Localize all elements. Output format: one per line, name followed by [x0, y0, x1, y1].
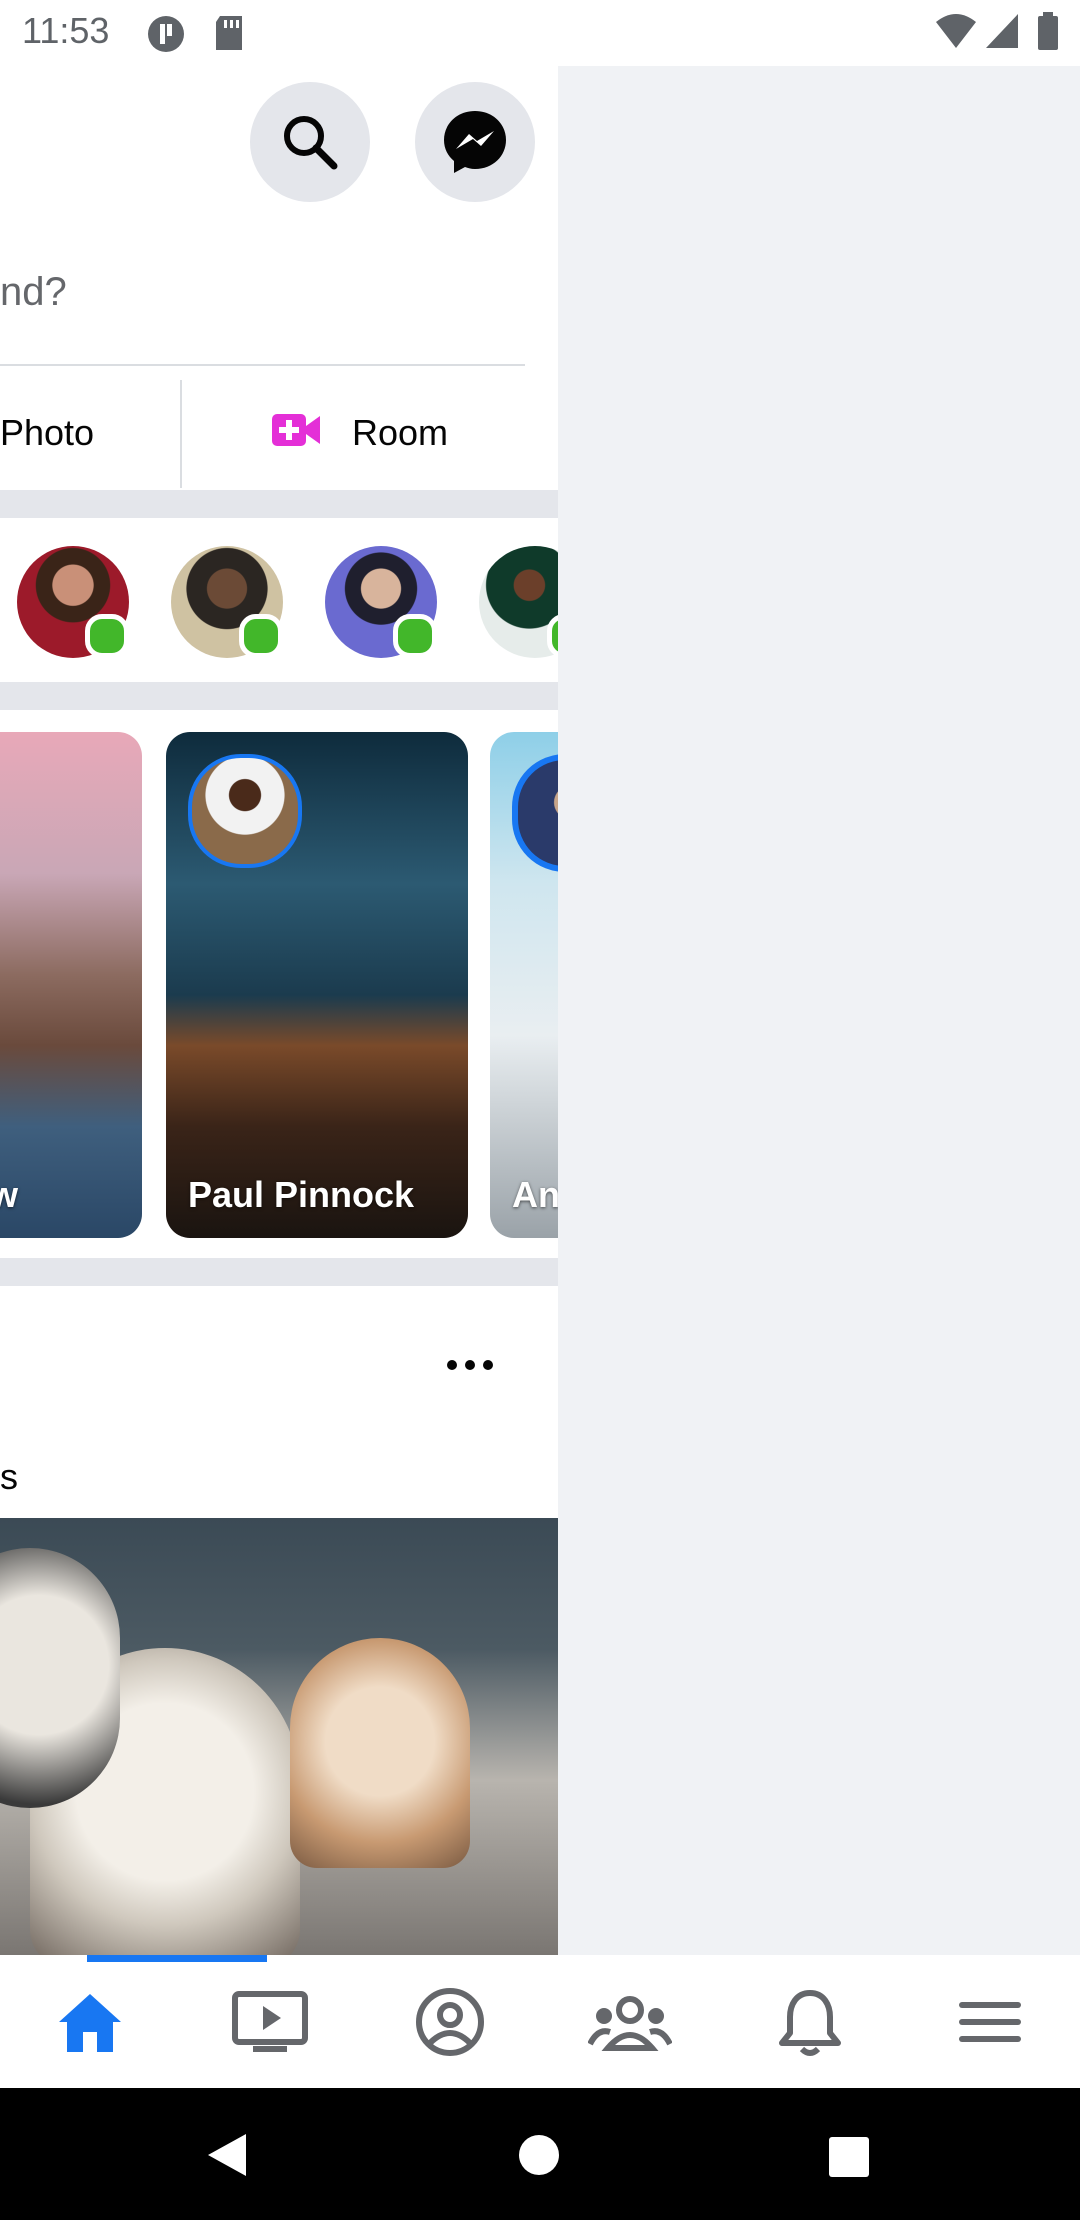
system-navigation-bar [0, 2088, 1080, 2220]
back-icon[interactable] [204, 2132, 248, 2178]
watch-icon [232, 1990, 308, 2052]
battery-icon [1038, 12, 1058, 50]
more-options-icon[interactable] [446, 1357, 494, 1373]
signal-icon [986, 14, 1018, 48]
tab-watch[interactable] [180, 1955, 360, 2088]
room-button[interactable]: Room [270, 412, 448, 488]
profile-icon [416, 1987, 484, 2056]
puppy-shape [290, 1638, 470, 1868]
composer-prompt[interactable]: nd? [0, 270, 67, 315]
story-author-avatar [512, 754, 558, 872]
online-indicator [85, 614, 129, 658]
home-icon [59, 1993, 121, 2052]
status-bar: 11:53 [0, 0, 1080, 66]
story-card[interactable]: Paul Pinnock [166, 732, 468, 1238]
status-time: 11:53 [22, 10, 110, 51]
tab-home[interactable] [0, 1955, 180, 2088]
story-author-avatar [188, 754, 302, 868]
home-button-icon[interactable] [518, 2134, 560, 2176]
post-photo[interactable] [0, 1518, 558, 1955]
online-indicator [239, 614, 283, 658]
messenger-icon [444, 111, 506, 173]
story-card[interactable]: An [490, 732, 558, 1238]
online-indicator [393, 614, 437, 658]
search-button[interactable] [250, 82, 370, 202]
room-video-icon [272, 414, 320, 446]
wifi-icon [936, 14, 976, 48]
photo-button[interactable]: Photo [0, 412, 180, 488]
photo-label: Photo [0, 412, 95, 453]
story-name: Paul Pinnock [188, 1174, 415, 1215]
messenger-button[interactable] [415, 82, 535, 202]
tab-notifications[interactable] [720, 1955, 900, 2088]
search-icon [284, 116, 338, 170]
story-name: w [0, 1174, 19, 1215]
notifications-icon [779, 1989, 841, 2056]
room-label: Room [352, 412, 449, 453]
puppy-shape [0, 1548, 120, 1808]
tab-profile[interactable] [360, 1955, 540, 2088]
recents-icon[interactable] [828, 2136, 870, 2178]
bottom-navigation [0, 1955, 1080, 2088]
tab-groups[interactable] [540, 1955, 720, 2088]
story-name: An [512, 1174, 558, 1215]
app-notification-icon [148, 16, 184, 52]
divider [0, 364, 525, 366]
groups-icon [588, 1995, 672, 2051]
post-text: s [0, 1456, 18, 1497]
section-separator [0, 490, 558, 518]
section-separator [0, 682, 558, 710]
tab-menu[interactable] [900, 1955, 1080, 2088]
divider [180, 380, 182, 488]
sd-card-icon [216, 16, 242, 50]
news-feed-panel: nd? Photo Room w Paul Pinnock An s [0, 66, 558, 1955]
story-card[interactable]: w [0, 732, 142, 1238]
section-separator [0, 1258, 558, 1286]
menu-icon [959, 2001, 1021, 2042]
